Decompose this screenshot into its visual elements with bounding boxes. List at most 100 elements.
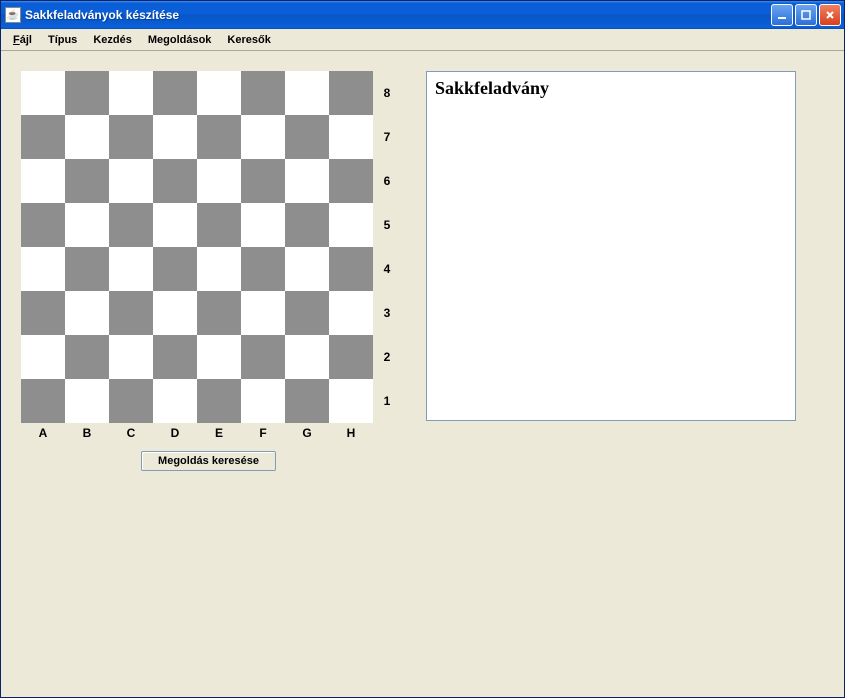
square-b6[interactable] bbox=[65, 159, 109, 203]
menu-type[interactable]: Típus bbox=[40, 32, 85, 48]
rank-label-6: 6 bbox=[373, 159, 397, 203]
square-h8[interactable] bbox=[329, 71, 373, 115]
square-e1[interactable] bbox=[197, 379, 241, 423]
square-h7[interactable] bbox=[329, 115, 373, 159]
solve-button-row: Megoldás keresése bbox=[21, 451, 396, 471]
minimize-button[interactable] bbox=[771, 4, 793, 26]
square-f5[interactable] bbox=[241, 203, 285, 247]
square-d1[interactable] bbox=[153, 379, 197, 423]
square-e7[interactable] bbox=[197, 115, 241, 159]
output-panel: Sakkfeladvány bbox=[426, 71, 796, 421]
square-e5[interactable] bbox=[197, 203, 241, 247]
square-d4[interactable] bbox=[153, 247, 197, 291]
maximize-button[interactable] bbox=[795, 4, 817, 26]
menu-file[interactable]: Fájl bbox=[5, 32, 40, 48]
square-g7[interactable] bbox=[285, 115, 329, 159]
menu-solutions[interactable]: Megoldások bbox=[140, 32, 220, 48]
square-c8[interactable] bbox=[109, 71, 153, 115]
square-a5[interactable] bbox=[21, 203, 65, 247]
square-h4[interactable] bbox=[329, 247, 373, 291]
square-f6[interactable] bbox=[241, 159, 285, 203]
left-panel: 8 7 6 bbox=[21, 71, 396, 471]
square-g2[interactable] bbox=[285, 335, 329, 379]
menubar: Fájl Típus Kezdés Megoldások Keresők bbox=[1, 29, 844, 51]
file-label-d: D bbox=[153, 423, 197, 443]
square-e6[interactable] bbox=[197, 159, 241, 203]
square-g8[interactable] bbox=[285, 71, 329, 115]
content-area: 8 7 6 bbox=[1, 51, 844, 697]
square-a3[interactable] bbox=[21, 291, 65, 335]
square-e3[interactable] bbox=[197, 291, 241, 335]
file-label-e: E bbox=[197, 423, 241, 443]
square-a4[interactable] bbox=[21, 247, 65, 291]
panel-title: Sakkfeladvány bbox=[435, 78, 787, 99]
square-c5[interactable] bbox=[109, 203, 153, 247]
square-b4[interactable] bbox=[65, 247, 109, 291]
square-a1[interactable] bbox=[21, 379, 65, 423]
square-d5[interactable] bbox=[153, 203, 197, 247]
square-h1[interactable] bbox=[329, 379, 373, 423]
square-a8[interactable] bbox=[21, 71, 65, 115]
square-a2[interactable] bbox=[21, 335, 65, 379]
square-d2[interactable] bbox=[153, 335, 197, 379]
rank-label-5: 5 bbox=[373, 203, 397, 247]
square-c2[interactable] bbox=[109, 335, 153, 379]
square-g4[interactable] bbox=[285, 247, 329, 291]
square-d8[interactable] bbox=[153, 71, 197, 115]
square-f7[interactable] bbox=[241, 115, 285, 159]
file-label-h: H bbox=[329, 423, 373, 443]
square-b2[interactable] bbox=[65, 335, 109, 379]
square-c1[interactable] bbox=[109, 379, 153, 423]
square-h2[interactable] bbox=[329, 335, 373, 379]
square-h3[interactable] bbox=[329, 291, 373, 335]
square-d3[interactable] bbox=[153, 291, 197, 335]
square-f4[interactable] bbox=[241, 247, 285, 291]
square-b1[interactable] bbox=[65, 379, 109, 423]
square-e2[interactable] bbox=[197, 335, 241, 379]
rank-label-8: 8 bbox=[373, 71, 397, 115]
square-e4[interactable] bbox=[197, 247, 241, 291]
square-e8[interactable] bbox=[197, 71, 241, 115]
square-g1[interactable] bbox=[285, 379, 329, 423]
square-b5[interactable] bbox=[65, 203, 109, 247]
file-label-a: A bbox=[21, 423, 65, 443]
square-a6[interactable] bbox=[21, 159, 65, 203]
square-g6[interactable] bbox=[285, 159, 329, 203]
board-corner bbox=[373, 423, 397, 443]
app-window: ☕ Sakkfeladványok készítése Fájl Típus K… bbox=[0, 0, 845, 698]
square-c7[interactable] bbox=[109, 115, 153, 159]
square-c6[interactable] bbox=[109, 159, 153, 203]
square-c4[interactable] bbox=[109, 247, 153, 291]
rank-label-1: 1 bbox=[373, 379, 397, 423]
square-f2[interactable] bbox=[241, 335, 285, 379]
rank-label-3: 3 bbox=[373, 291, 397, 335]
java-app-icon: ☕ bbox=[5, 7, 21, 23]
file-label-f: F bbox=[241, 423, 285, 443]
square-f3[interactable] bbox=[241, 291, 285, 335]
chessboard: 8 7 6 bbox=[21, 71, 396, 443]
solve-button[interactable]: Megoldás keresése bbox=[141, 451, 276, 471]
square-f1[interactable] bbox=[241, 379, 285, 423]
menu-searchers[interactable]: Keresők bbox=[219, 32, 278, 48]
square-c3[interactable] bbox=[109, 291, 153, 335]
file-label-b: B bbox=[65, 423, 109, 443]
square-a7[interactable] bbox=[21, 115, 65, 159]
menu-start[interactable]: Kezdés bbox=[85, 32, 140, 48]
square-d7[interactable] bbox=[153, 115, 197, 159]
close-button[interactable] bbox=[819, 4, 841, 26]
square-b7[interactable] bbox=[65, 115, 109, 159]
square-g5[interactable] bbox=[285, 203, 329, 247]
window-controls bbox=[771, 4, 841, 26]
rank-label-2: 2 bbox=[373, 335, 397, 379]
rank-label-7: 7 bbox=[373, 115, 397, 159]
square-b3[interactable] bbox=[65, 291, 109, 335]
square-h6[interactable] bbox=[329, 159, 373, 203]
window-title: Sakkfeladványok készítése bbox=[25, 8, 771, 22]
square-d6[interactable] bbox=[153, 159, 197, 203]
square-f8[interactable] bbox=[241, 71, 285, 115]
square-h5[interactable] bbox=[329, 203, 373, 247]
file-label-g: G bbox=[285, 423, 329, 443]
square-b8[interactable] bbox=[65, 71, 109, 115]
square-g3[interactable] bbox=[285, 291, 329, 335]
rank-label-4: 4 bbox=[373, 247, 397, 291]
